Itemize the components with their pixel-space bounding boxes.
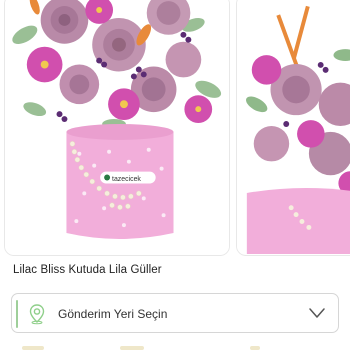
next-section-peek	[0, 344, 350, 350]
select-accent-bar	[16, 300, 18, 328]
bouquet-illustration-2	[237, 0, 350, 254]
delivery-location-select[interactable]: Gönderim Yeri Seçin	[11, 293, 339, 333]
location-pin-icon	[29, 304, 45, 325]
product-image-main[interactable]: tazecicek	[4, 0, 230, 256]
chevron-down-icon	[309, 308, 325, 318]
product-image-carousel[interactable]: tazecicek	[0, 0, 350, 258]
bouquet-illustration: tazecicek	[5, 0, 229, 255]
product-image-next[interactable]	[236, 0, 350, 256]
location-select-label: Gönderim Yeri Seçin	[58, 307, 168, 321]
box-brand-label: tazecicek	[112, 176, 141, 183]
product-title: Lilac Bliss Kutuda Lila Güller	[13, 264, 162, 276]
